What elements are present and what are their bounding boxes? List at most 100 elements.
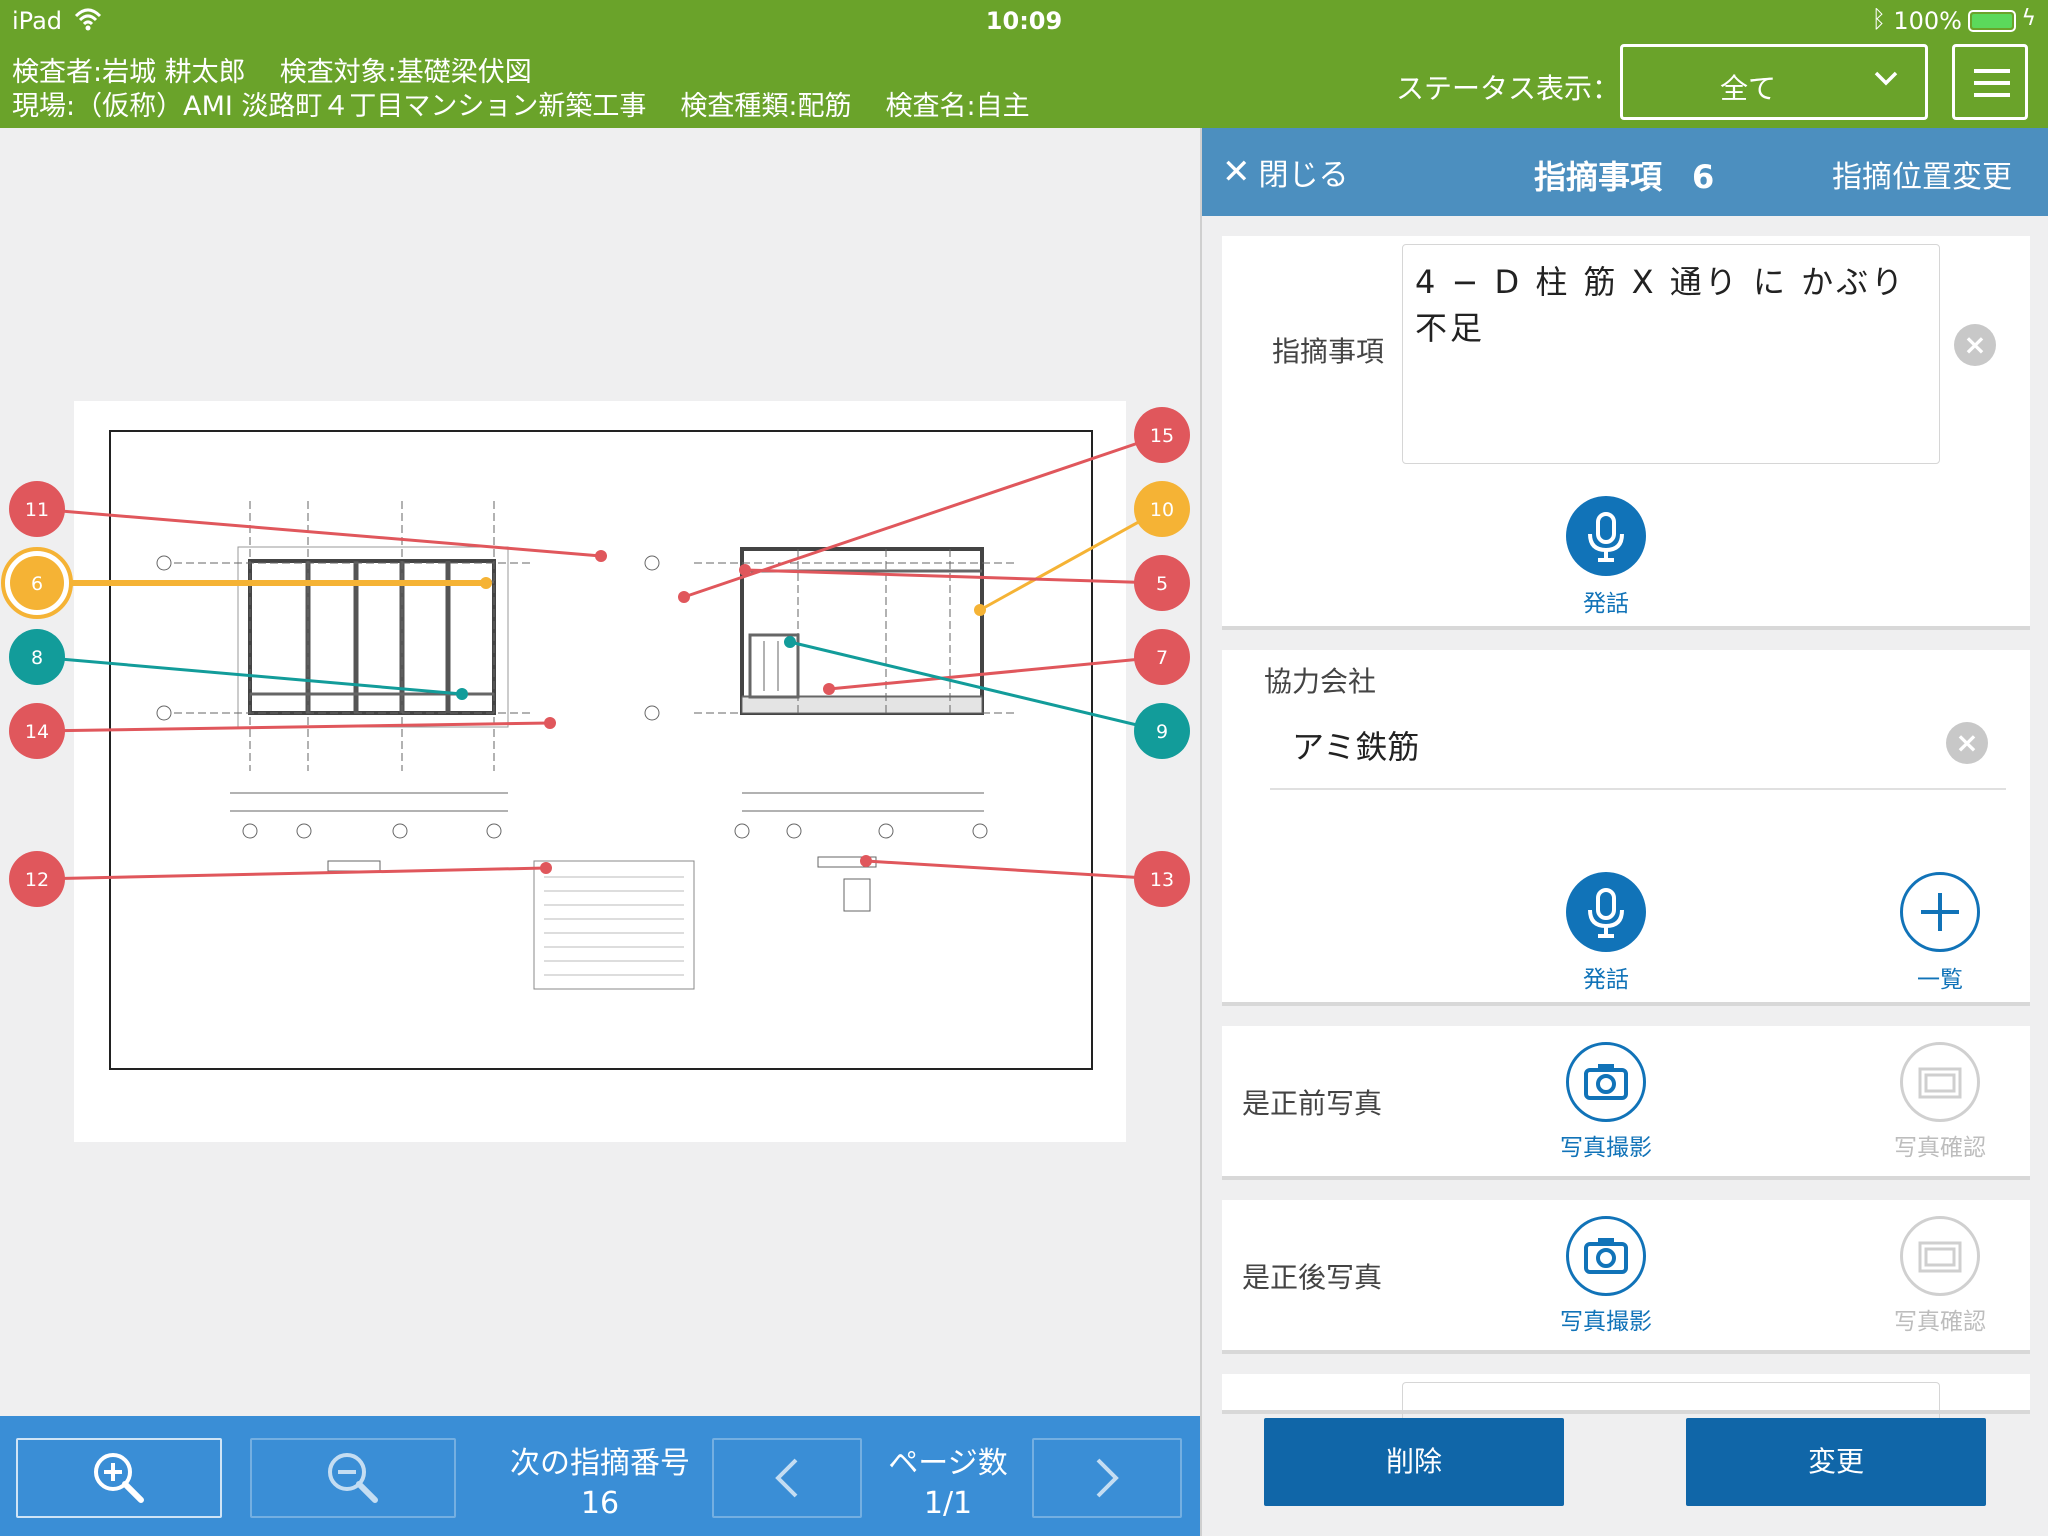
before-view-photo-caption: 写真確認 — [1894, 1135, 1986, 1161]
marker-target-11[interactable] — [595, 550, 607, 562]
marker-target-8[interactable] — [456, 688, 468, 700]
marker-target-12[interactable] — [540, 862, 552, 874]
company-underline — [1270, 788, 2006, 790]
plus-icon — [1921, 893, 1959, 931]
marker-line-15 — [683, 433, 1163, 599]
after-take-photo-caption: 写真撮影 — [1560, 1309, 1652, 1335]
image-icon — [1918, 1067, 1962, 1099]
issue-marker-14[interactable]: 14 — [9, 703, 65, 759]
issue-marker-5[interactable]: 5 — [1134, 555, 1190, 611]
issue-marker-8[interactable]: 8 — [9, 629, 65, 685]
camera-icon — [1584, 1064, 1628, 1100]
marker-line-11 — [36, 507, 602, 558]
marker-target-7[interactable] — [823, 683, 835, 695]
issue-marker-11[interactable]: 11 — [9, 481, 65, 537]
marker-target-15[interactable] — [678, 591, 690, 603]
issue-marker-number: 10 — [1150, 499, 1174, 521]
speak-issue-caption: 発話 — [1583, 591, 1629, 617]
clear-company-button[interactable]: × — [1946, 722, 1988, 764]
image-icon — [1918, 1241, 1962, 1273]
menu-button[interactable] — [1952, 44, 2028, 120]
zoom-out-icon — [328, 1453, 378, 1503]
marker-target-9[interactable] — [784, 636, 796, 648]
marker-target-5[interactable] — [739, 564, 751, 576]
change-button[interactable]: 変更 — [1686, 1418, 1986, 1506]
panel-header: ✕ 閉じる 指摘事項 6 指摘位置変更 — [1202, 128, 2048, 216]
before-photo-label: 是正前写真 — [1242, 1087, 1383, 1120]
company-list-button[interactable] — [1900, 872, 1980, 952]
before-take-photo-caption: 写真撮影 — [1560, 1135, 1652, 1161]
status-filter-value: 全て — [1719, 72, 1776, 105]
issue-marker-7[interactable]: 7 — [1134, 629, 1190, 685]
marker-line-5 — [744, 568, 1163, 585]
issue-marker-15[interactable]: 15 — [1134, 407, 1190, 463]
inspection-info-line2: 現場:（仮称）AMI 淡路町４丁目マンション新築工事 検査種類:配筋 検査名:自主 — [12, 84, 1064, 123]
issue-marker-number: 7 — [1156, 647, 1168, 669]
before-take-photo-button[interactable] — [1566, 1042, 1646, 1122]
next-issue-number: 16 — [580, 1486, 620, 1521]
drawing-viewer[interactable]: 11 6 8 14 12 15 10 5 7 9 13 — [0, 128, 1200, 1416]
more-fields-card — [1222, 1374, 2030, 1422]
close-label: 閉じる — [1258, 158, 1349, 193]
clear-icon: × — [1963, 328, 1987, 361]
microphone-icon — [1588, 888, 1624, 938]
speak-issue-button[interactable] — [1566, 496, 1646, 576]
issue-marker-10[interactable]: 10 — [1134, 481, 1190, 537]
status-filter-label: ステータス表示： — [1396, 72, 1621, 105]
before-photo-card: 是正前写真 写真撮影 写真確認 — [1222, 1026, 2030, 1180]
inspection-type: 検査種類:配筋 — [680, 91, 852, 122]
marker-layer: 11 6 8 14 12 15 10 5 7 9 13 — [1, 407, 1190, 907]
marker-line-13 — [865, 859, 1163, 881]
issue-text-card: 指摘事項 4 − D 柱 筋 X 通り に かぶり 不足 × 発話 — [1222, 236, 2030, 630]
marker-line-12 — [36, 866, 547, 881]
after-view-photo-caption: 写真確認 — [1894, 1309, 1986, 1335]
issue-marker-12[interactable]: 12 — [9, 851, 65, 907]
company-label: 協力会社 — [1264, 665, 1377, 698]
next-issue-number-label: 次の指摘番号 — [510, 1446, 690, 1481]
marker-target-10[interactable] — [974, 604, 986, 616]
issue-marker-number: 8 — [31, 647, 43, 669]
zoom-out-button[interactable] — [250, 1438, 456, 1518]
page-count-label: ページ数 — [888, 1446, 1008, 1481]
after-take-photo-button[interactable] — [1566, 1216, 1646, 1296]
issue-marker-number: 5 — [1156, 573, 1168, 595]
issue-label: 指摘事項 — [1272, 335, 1385, 368]
issue-marker-number: 14 — [25, 721, 49, 743]
before-view-photo-button[interactable] — [1900, 1042, 1980, 1122]
marker-target-14[interactable] — [544, 717, 556, 729]
site-name: 現場:（仮称）AMI 淡路町４丁目マンション新築工事 — [12, 91, 647, 122]
after-view-photo-button[interactable] — [1900, 1216, 1980, 1296]
chevron-down-icon — [1874, 71, 1898, 86]
company-value[interactable]: アミ鉄筋 — [1292, 722, 1419, 768]
issue-marker-6[interactable]: 6 — [1, 547, 73, 619]
zoom-in-button[interactable] — [16, 1438, 222, 1518]
marker-line-14 — [36, 721, 551, 733]
zoom-in-icon — [94, 1453, 144, 1503]
status-bar: iPad 10:09 ᛒ 100% ϟ — [0, 0, 2048, 40]
issue-marker-13[interactable]: 13 — [1134, 851, 1190, 907]
close-button[interactable]: ✕ 閉じる — [1222, 150, 1349, 194]
marker-target-13[interactable] — [860, 855, 872, 867]
issue-textarea[interactable]: 4 − D 柱 筋 X 通り に かぶり 不足 — [1402, 244, 1940, 464]
next-page-button[interactable] — [1032, 1438, 1182, 1518]
issue-marker-number: 11 — [25, 499, 49, 521]
marker-target-6[interactable] — [480, 577, 492, 589]
status-filter-select[interactable]: 全て — [1620, 44, 1928, 120]
clear-issue-button[interactable]: × — [1954, 324, 1996, 366]
panel-title-text: 指摘事項 — [1534, 158, 1663, 196]
panel-title-number: 6 — [1692, 158, 1715, 196]
top-bar: iPad 10:09 ᛒ 100% ϟ 検査者:岩城 耕太郎 検査対象:基礎梁伏図… — [0, 0, 2048, 128]
panel-title: 指摘事項 6 — [1534, 152, 1714, 198]
prev-page-button[interactable] — [712, 1438, 862, 1518]
relocate-issue-button[interactable]: 指摘位置変更 — [1832, 152, 2012, 196]
clear-icon: × — [1955, 726, 1979, 759]
bottom-toolbar: 次の指摘番号 16 ページ数 1/1 — [0, 1416, 1200, 1536]
after-photo-label: 是正後写真 — [1242, 1261, 1383, 1294]
marker-line-10 — [979, 507, 1163, 612]
battery-percent: 100% — [1893, 7, 1962, 35]
company-card: 協力会社 アミ鉄筋 × 発話 一覧 — [1222, 650, 2030, 1006]
issue-marker-9[interactable]: 9 — [1134, 703, 1190, 759]
delete-button[interactable]: 削除 — [1264, 1418, 1564, 1506]
more-field-input[interactable] — [1402, 1382, 1940, 1422]
speak-company-button[interactable] — [1566, 872, 1646, 952]
